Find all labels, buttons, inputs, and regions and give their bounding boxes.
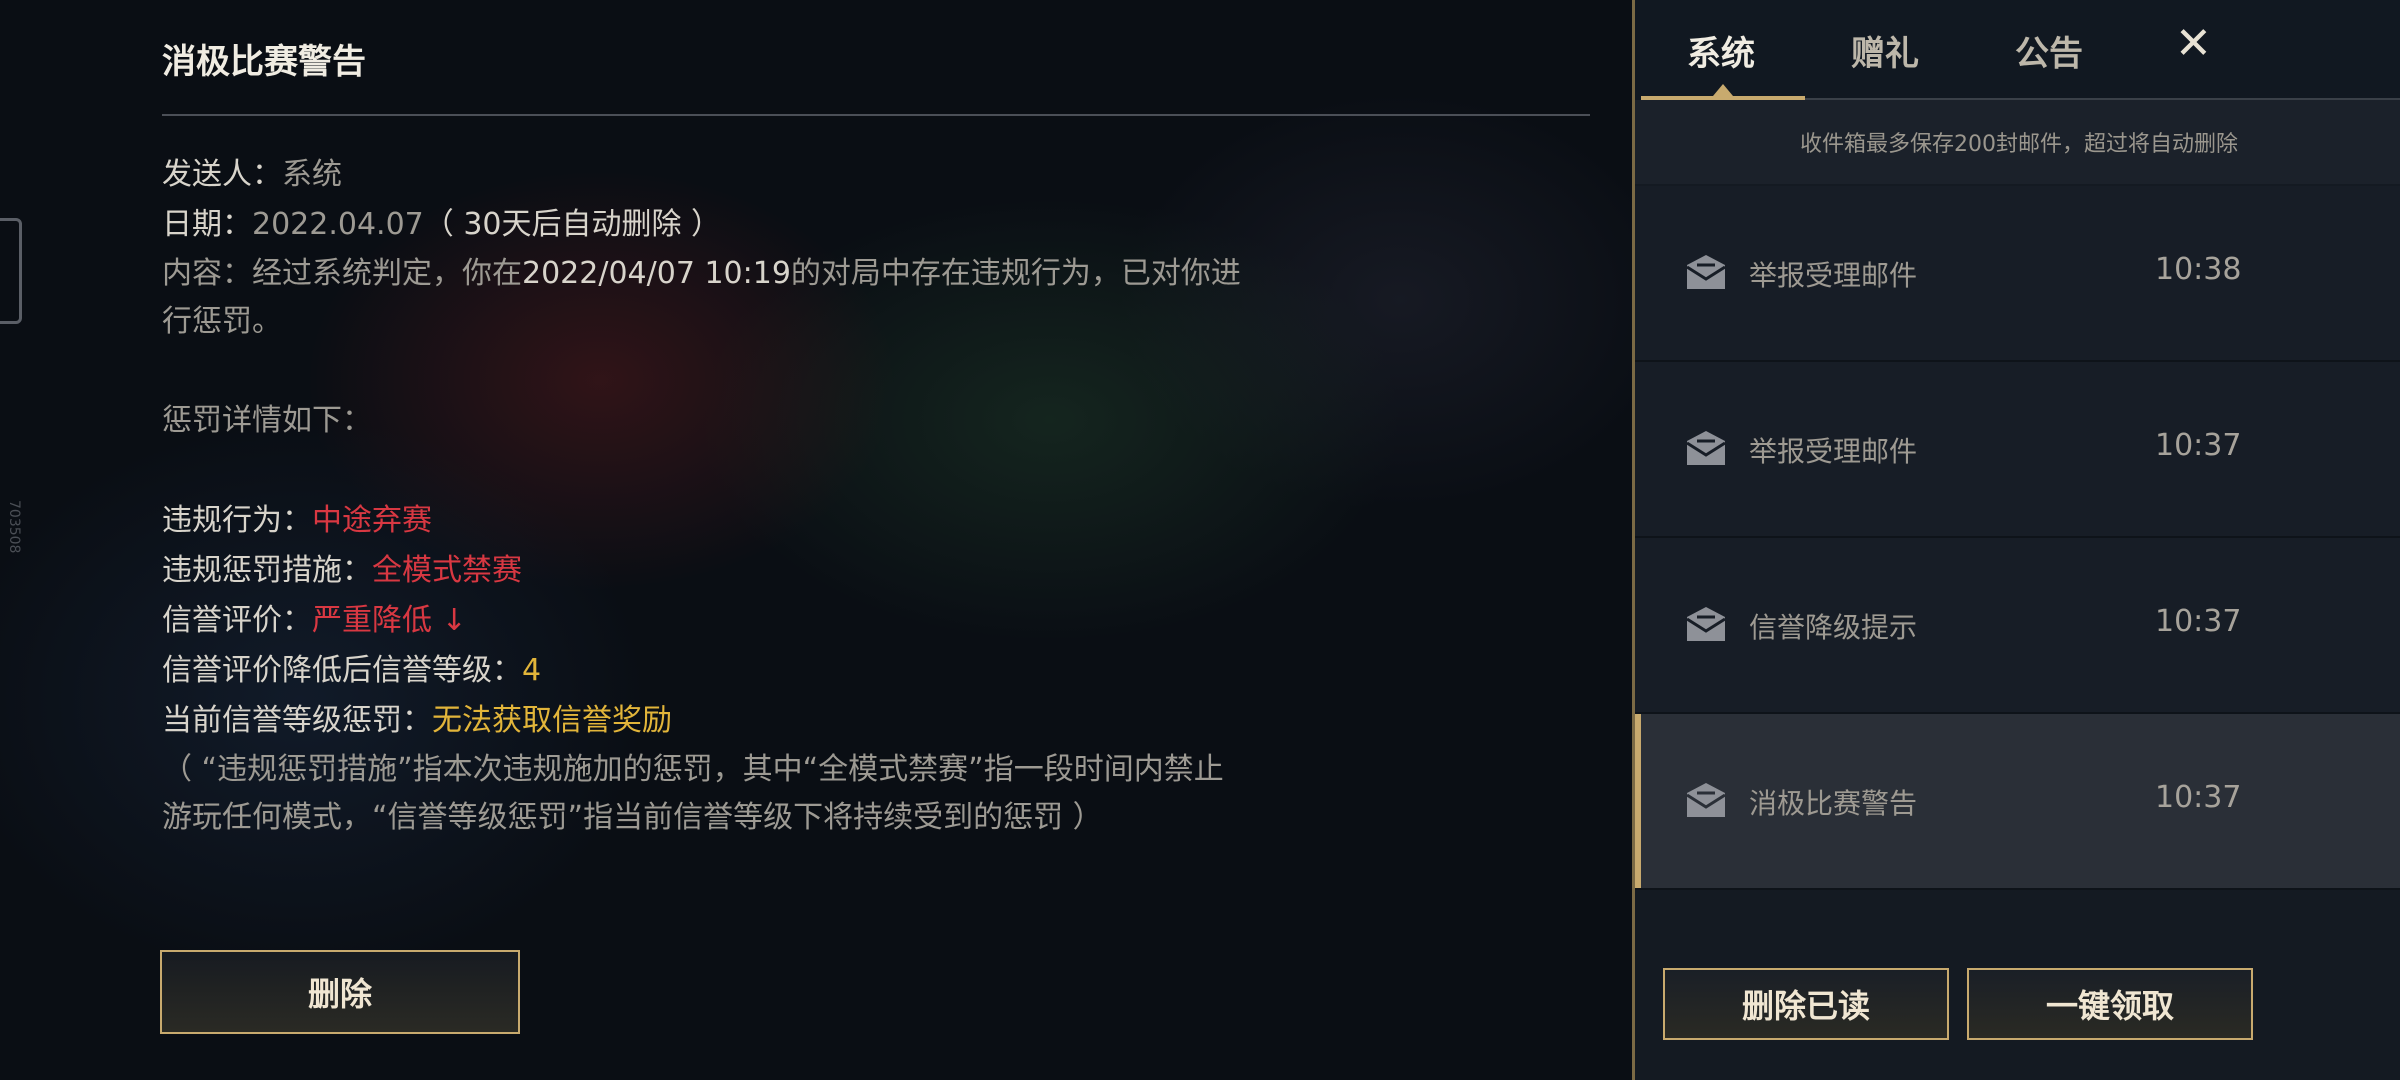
measure-value: 全模式禁赛 xyxy=(372,553,522,588)
date-note: （ 30天后自动删除 ） xyxy=(423,207,722,242)
content-time: 2022/04/07 10:19 xyxy=(522,256,791,291)
current-penalty-row: 当前信誉等级惩罚：无法获取信誉奖励 xyxy=(162,696,1262,746)
measure-label: 违规惩罚措施： xyxy=(162,553,372,588)
date-value: 2022.04.07 xyxy=(252,207,424,242)
mail-time: 10:37 xyxy=(2155,428,2242,463)
level-value: 4 xyxy=(522,653,542,688)
sender-row: 发送人：系统 xyxy=(162,150,1262,200)
mail-tabs: 系统 赠礼 公告 ✕ xyxy=(1635,0,2400,100)
tab-announcement[interactable]: 公告 xyxy=(2015,26,2083,75)
content-label: 内容： xyxy=(162,256,252,291)
penalty-header: 惩罚详情如下： xyxy=(162,403,372,438)
delete-button[interactable]: 删除 xyxy=(160,950,520,1034)
mail-subject: 消极比赛警告 xyxy=(1749,787,1918,820)
mail-envelope-icon xyxy=(1686,783,1726,817)
mail-time: 10:37 xyxy=(2155,604,2242,639)
tab-system[interactable]: 系统 xyxy=(1687,26,1755,75)
mail-detail: 消极比赛警告 发送人：系统 日期：2022.04.07（ 30天后自动删除 ） … xyxy=(160,0,1590,1080)
credit-value: 严重降低 ↓ xyxy=(312,603,467,638)
credit-label: 信誉评价： xyxy=(162,603,312,638)
level-row: 信誉评价降低后信誉等级：4 xyxy=(162,646,1262,696)
edge-id-text: 703508 xyxy=(6,500,22,554)
inbox-notice: 收件箱最多保存200封邮件，超过将自动删除 xyxy=(1635,100,2400,184)
edge-hex-frame xyxy=(0,218,22,324)
mail-envelope-icon xyxy=(1686,255,1726,289)
mail-item[interactable]: 举报受理邮件 10:37 xyxy=(1635,362,2400,538)
sender-value: 系统 xyxy=(282,157,342,192)
claim-all-button[interactable]: 一键领取 xyxy=(1967,968,2253,1040)
measure-row: 违规惩罚措施：全模式禁赛 xyxy=(162,546,1262,596)
date-label: 日期： xyxy=(162,207,252,242)
mail-panel: 系统 赠礼 公告 ✕ 收件箱最多保存200封邮件，超过将自动删除 举报受理邮件 … xyxy=(1632,0,2400,1080)
mail-subject: 信誉降级提示 xyxy=(1749,611,1918,644)
mail-item-selected[interactable]: 消极比赛警告 10:37 xyxy=(1635,714,2400,890)
mail-subject: 举报受理邮件 xyxy=(1749,435,1918,468)
close-icon[interactable]: ✕ xyxy=(2175,18,2212,69)
active-tab-caret xyxy=(1713,84,1733,96)
level-label: 信誉评价降低后信誉等级： xyxy=(162,653,522,688)
mail-time: 10:37 xyxy=(2155,780,2242,815)
mail-list: 举报受理邮件 10:38 举报受理邮件 10:37 信誉降级提示 10:37 消… xyxy=(1635,186,2400,890)
delete-read-button[interactable]: 删除已读 xyxy=(1663,968,1949,1040)
footnote: （ “违规惩罚措施”指本次违规施加的惩罚，其中“全模式禁赛”指一段时间内禁止游玩… xyxy=(162,752,1224,835)
title-divider xyxy=(162,114,1590,116)
date-row: 日期：2022.04.07（ 30天后自动删除 ） xyxy=(162,200,1262,250)
mail-body: 发送人：系统 日期：2022.04.07（ 30天后自动删除 ） 内容：经过系统… xyxy=(162,150,1262,842)
content-part1: 经过系统判定，你在 xyxy=(252,256,522,291)
mail-subject: 举报受理邮件 xyxy=(1749,259,1918,292)
content-text: 内容：经过系统判定，你在2022/04/07 10:19的对局中存在违规行为，已… xyxy=(162,250,1262,346)
credit-row: 信誉评价：严重降低 ↓ xyxy=(162,596,1262,646)
violation-row: 违规行为：中途弃赛 xyxy=(162,496,1262,546)
current-penalty-value: 无法获取信誉奖励 xyxy=(432,703,672,738)
mail-item[interactable]: 举报受理邮件 10:38 xyxy=(1635,186,2400,362)
violation-label: 违规行为： xyxy=(162,503,312,538)
current-penalty-label: 当前信誉等级惩罚： xyxy=(162,703,432,738)
mail-item[interactable]: 信誉降级提示 10:37 xyxy=(1635,538,2400,714)
mail-time: 10:38 xyxy=(2155,252,2242,287)
sender-label: 发送人： xyxy=(162,157,282,192)
tab-gift[interactable]: 赠礼 xyxy=(1851,26,1919,75)
mail-envelope-icon xyxy=(1686,607,1726,641)
mail-title: 消极比赛警告 xyxy=(162,42,366,82)
mail-envelope-icon xyxy=(1686,431,1726,465)
violation-value: 中途弃赛 xyxy=(312,503,432,538)
